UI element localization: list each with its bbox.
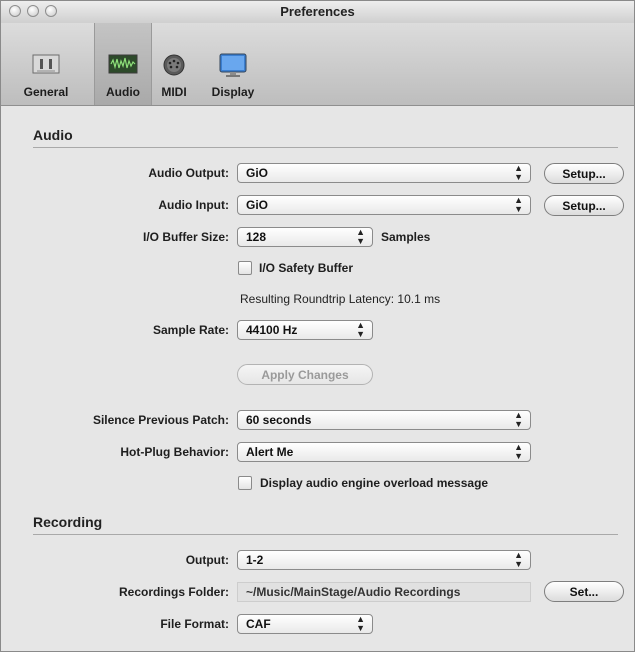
file-format-label: File Format:	[160, 617, 229, 631]
recording-output-value: 1-2	[246, 553, 264, 567]
apply-changes-button[interactable]: Apply Changes	[237, 364, 373, 385]
io-buffer-size-value: 128	[246, 230, 267, 244]
audio-output-setup-button[interactable]: Setup...	[544, 163, 624, 184]
recording-section-heading: Recording	[33, 514, 103, 530]
audio-input-label: Audio Input:	[158, 198, 229, 212]
silence-previous-patch-label: Silence Previous Patch:	[92, 413, 229, 427]
recordings-folder-path: ~/Music/MainStage/Audio Recordings	[237, 582, 531, 602]
popup-arrows-icon: ▲ ▼	[514, 442, 523, 461]
sample-rate-popup[interactable]: 44100 Hz ▲ ▼	[237, 320, 373, 340]
tab-audio-label: Audio	[106, 85, 140, 99]
hot-plug-behavior-value: Alert Me	[246, 445, 294, 459]
io-buffer-unit-label: Samples	[381, 230, 431, 244]
silence-previous-patch-value: 60 seconds	[246, 413, 312, 427]
preferences-toolbar: General Audio MIDI Display	[1, 23, 634, 106]
audio-input-setup-button[interactable]: Setup...	[544, 195, 624, 216]
general-icon	[32, 54, 60, 74]
recordings-folder-set-button[interactable]: Set...	[544, 581, 624, 602]
title-bar: Preferences	[1, 1, 634, 24]
hot-plug-behavior-label: Hot-Plug Behavior:	[120, 445, 229, 459]
popup-arrows-icon: ▲ ▼	[356, 320, 365, 339]
audio-input-value: GiO	[246, 198, 269, 212]
recordings-folder-label: Recordings Folder:	[118, 585, 229, 599]
midi-connector-icon	[163, 54, 185, 76]
file-format-value: CAF	[246, 617, 271, 631]
io-buffer-size-label: I/O Buffer Size:	[142, 230, 229, 244]
hot-plug-behavior-popup[interactable]: Alert Me ▲ ▼	[237, 442, 531, 462]
tab-midi-label: MIDI	[161, 85, 187, 99]
window-title: Preferences	[280, 4, 355, 19]
audio-waveform-icon	[108, 54, 138, 74]
popup-arrows-icon: ▲ ▼	[356, 227, 365, 246]
popup-arrows-icon: ▲ ▼	[514, 195, 523, 214]
display-overload-message-label: Display audio engine overload message	[260, 476, 489, 490]
silence-previous-patch-popup[interactable]: 60 seconds ▲ ▼	[237, 410, 531, 430]
tab-display-label: Display	[211, 85, 255, 99]
recording-section-divider	[33, 534, 618, 535]
sample-rate-label: Sample Rate:	[152, 323, 229, 337]
tab-general-label: General	[23, 85, 69, 99]
audio-output-value: GiO	[246, 166, 269, 180]
tab-display[interactable]: Display	[201, 23, 265, 105]
audio-output-popup[interactable]: GiO ▲ ▼	[237, 163, 531, 183]
popup-arrows-icon: ▲ ▼	[514, 410, 523, 429]
audio-input-popup[interactable]: GiO ▲ ▼	[237, 195, 531, 215]
display-overload-message-checkbox[interactable]	[238, 476, 252, 490]
recording-output-popup[interactable]: 1-2 ▲ ▼	[237, 550, 531, 570]
popup-arrows-icon: ▲ ▼	[356, 614, 365, 633]
roundtrip-latency-text: Resulting Roundtrip Latency: 10.1 ms	[240, 292, 441, 306]
recording-output-label: Output:	[185, 553, 229, 567]
io-buffer-size-popup[interactable]: 128 ▲ ▼	[237, 227, 373, 247]
tab-general[interactable]: General	[15, 23, 77, 105]
audio-section-heading: Audio	[33, 127, 73, 143]
preferences-window: Preferences General Audio MIDI Display A…	[0, 0, 635, 652]
audio-output-label: Audio Output:	[148, 166, 229, 180]
sample-rate-value: 44100 Hz	[246, 323, 298, 337]
tab-audio[interactable]: Audio	[94, 23, 152, 105]
io-safety-buffer-checkbox[interactable]	[238, 261, 252, 275]
io-safety-buffer-label: I/O Safety Buffer	[259, 261, 354, 275]
display-monitor-icon	[219, 53, 247, 77]
audio-section-divider	[33, 147, 618, 148]
popup-arrows-icon: ▲ ▼	[514, 163, 523, 182]
popup-arrows-icon: ▲ ▼	[514, 550, 523, 569]
file-format-popup[interactable]: CAF ▲ ▼	[237, 614, 373, 634]
tab-midi[interactable]: MIDI	[154, 23, 194, 105]
